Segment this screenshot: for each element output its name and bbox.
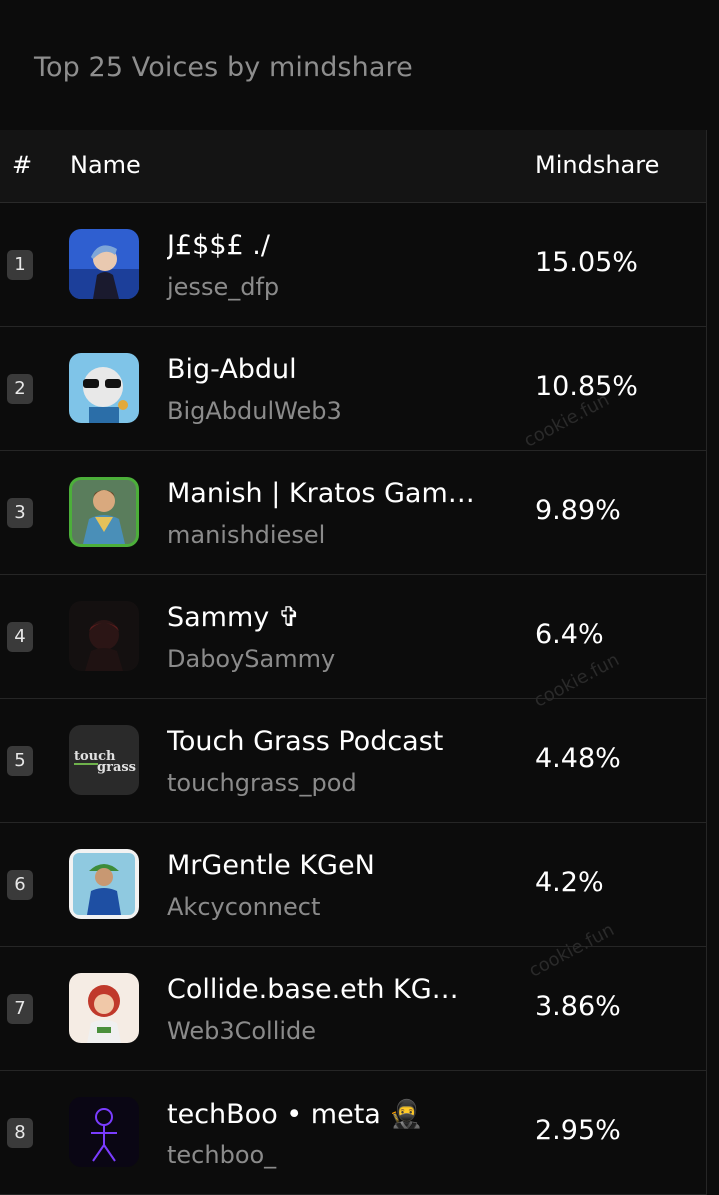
dark-portrait-avatar-icon[interactable] [69,601,139,671]
mindshare-value: 15.05% [535,247,638,278]
voice-name[interactable]: techBoo • meta 🥷 [167,1098,423,1130]
mindshare-value: 10.85% [535,371,638,402]
table-row[interactable]: 7 Collide.base.eth KG… Web3Collide 3.86% [0,947,706,1071]
sunglasses-character-avatar-icon[interactable] [69,353,139,423]
voice-handle: Akcyconnect [167,893,321,921]
anime-character-avatar-icon[interactable] [69,229,139,299]
rank-badge: 8 [7,1118,33,1148]
table-row[interactable]: 4 Sammy ✞ DaboySammy 6.4% [0,575,706,699]
mindshare-value: 3.86% [535,991,621,1022]
touch-grass-logo-icon[interactable]: touch grass [69,725,139,795]
rank-badge: 6 [7,870,33,900]
voice-handle: touchgrass_pod [167,769,357,797]
name-column-header: Name [70,151,141,179]
warrior-avatar-icon[interactable] [69,477,139,547]
table-row[interactable]: 6 MrGentle KGeN Akcyconnect 4.2% [0,823,706,947]
rank-badge: 4 [7,622,33,652]
voice-name[interactable]: Big-Abdul [167,354,297,385]
voice-name[interactable]: Touch Grass Podcast [167,726,443,757]
rank-badge: 7 [7,994,33,1024]
rank-badge: 3 [7,498,33,528]
rank-badge: 1 [7,250,33,280]
neon-figure-avatar-icon[interactable] [69,1097,139,1167]
table-row[interactable]: 1 J£$$£ ./ jesse_dfp 15.05% [0,203,706,327]
voice-handle: DaboySammy [167,645,336,673]
voice-handle: manishdiesel [167,521,326,549]
svg-text:grass: grass [97,760,136,775]
rank-badge: 2 [7,374,33,404]
page-title: Top 25 Voices by mindshare [34,52,413,83]
mindshare-value: 6.4% [535,619,604,650]
voice-name[interactable]: Collide.base.eth KG… [167,974,459,1005]
mindshare-value: 2.95% [535,1115,621,1146]
table-row[interactable]: 2 Big-Abdul BigAbdulWeb3 10.85% [0,327,706,451]
voice-name[interactable]: Manish | Kratos Gam… [167,478,475,509]
mindshare-value: 4.48% [535,743,621,774]
voice-handle: BigAbdulWeb3 [167,397,342,425]
voice-handle: techboo_ [167,1141,277,1169]
voice-handle: jesse_dfp [167,273,280,301]
voice-name[interactable]: Sammy ✞ [167,602,300,633]
rank-badge: 5 [7,746,33,776]
voice-handle: Web3Collide [167,1017,317,1045]
table-header: # Name Mindshare [0,130,706,203]
table-row[interactable]: 5 touch grass Touch Grass Podcast touchg… [0,699,706,823]
voice-name[interactable]: J£$$£ ./ [167,230,270,261]
mindshare-value: 4.2% [535,867,604,898]
voices-table: # Name Mindshare 1 J£$$£ ./ jesse_dfp 15… [0,130,707,1195]
cartoon-girl-avatar-icon[interactable] [69,973,139,1043]
table-row[interactable]: 8 techBoo • meta 🥷 techboo_ 2.95% [0,1071,706,1195]
rank-column-header: # [12,151,33,179]
cricket-player-avatar-icon[interactable] [69,849,139,919]
mindshare-column-header[interactable]: Mindshare [535,151,659,179]
mindshare-value: 9.89% [535,495,621,526]
table-row[interactable]: 3 Manish | Kratos Gam… manishdiesel 9.89… [0,451,706,575]
voice-name[interactable]: MrGentle KGeN [167,850,375,881]
